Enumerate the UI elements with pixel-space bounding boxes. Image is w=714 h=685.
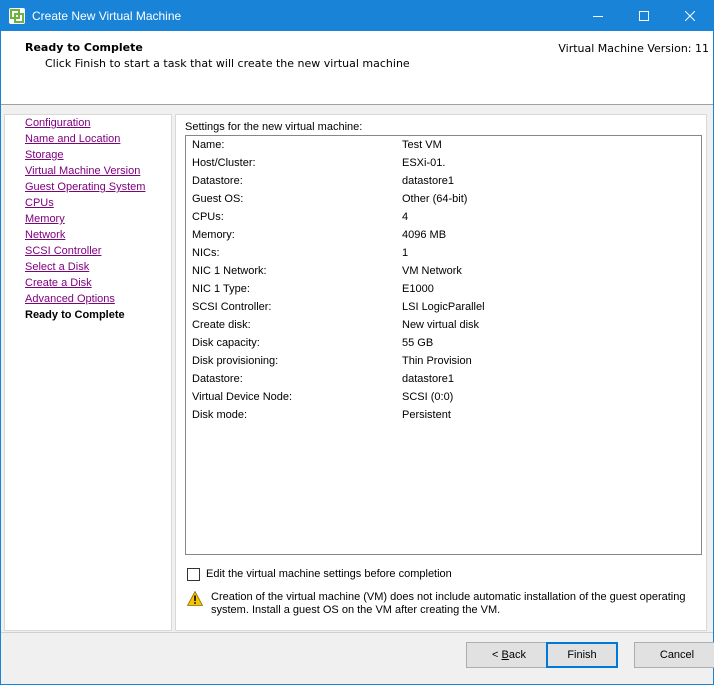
nav-create-a-disk[interactable]: Create a Disk [25,277,92,289]
nav-name-and-location[interactable]: Name and Location [25,133,120,145]
minimize-icon [593,16,603,17]
minimize-button[interactable] [575,1,621,31]
wizard-header: Ready to Complete Click Finish to start … [1,31,713,105]
nav-cpus[interactable]: CPUs [25,197,54,209]
nav-storage[interactable]: Storage [25,149,64,161]
nav-memory[interactable]: Memory [25,213,65,225]
maximize-button[interactable] [621,1,667,31]
nav-guest-operating-system[interactable]: Guest Operating System [25,181,145,193]
finish-button[interactable]: Finish [546,642,618,668]
wizard-steps-nav: Configuration Name and Location Storage … [4,114,172,631]
close-button[interactable] [667,1,713,31]
page-title: Ready to Complete [25,41,143,54]
back-button-arrow: < [492,649,499,661]
guest-os-warning-text: Creation of the virtual machine (VM) doe… [211,591,686,616]
back-button-mnemonic: B [501,649,509,661]
wizard-window: Create New Virtual Machine Ready to Comp… [0,0,714,685]
vm-version-label: Virtual Machine Version: 11 [558,42,709,55]
title-bar[interactable]: Create New Virtual Machine [1,1,713,31]
footer-divider [1,632,713,633]
nav-select-a-disk[interactable]: Select a Disk [25,261,89,273]
vsphere-app-icon [9,8,25,24]
nav-scsi-controller[interactable]: SCSI Controller [25,245,101,257]
settings-summary-box[interactable]: Name: Test VM Host/Cluster: ESXi-01. Datas… [185,135,702,555]
close-icon [685,11,695,21]
nav-advanced-options[interactable]: Advanced Options [25,293,115,305]
edit-settings-checkbox-label[interactable]: Edit the virtual machine settings before… [206,568,452,580]
settings-label: Settings for the new virtual machine: [185,121,363,133]
cancel-button[interactable]: Cancel [634,642,714,668]
nav-virtual-machine-version[interactable]: Virtual Machine Version [25,165,140,177]
back-button[interactable]: < Back [466,642,552,668]
nav-network[interactable]: Network [25,229,65,241]
back-button-label: ack [508,649,526,661]
window-title: Create New Virtual Machine [32,9,182,23]
warning-icon [187,591,203,606]
edit-settings-checkbox[interactable] [187,568,200,581]
page-subtitle: Click Finish to start a task that will c… [45,57,410,70]
nav-configuration[interactable]: Configuration [25,117,90,129]
maximize-icon [639,11,649,21]
main-panel: Settings for the new virtual machine: Na… [175,114,707,631]
nav-ready-to-complete: Ready to Complete [25,309,125,321]
